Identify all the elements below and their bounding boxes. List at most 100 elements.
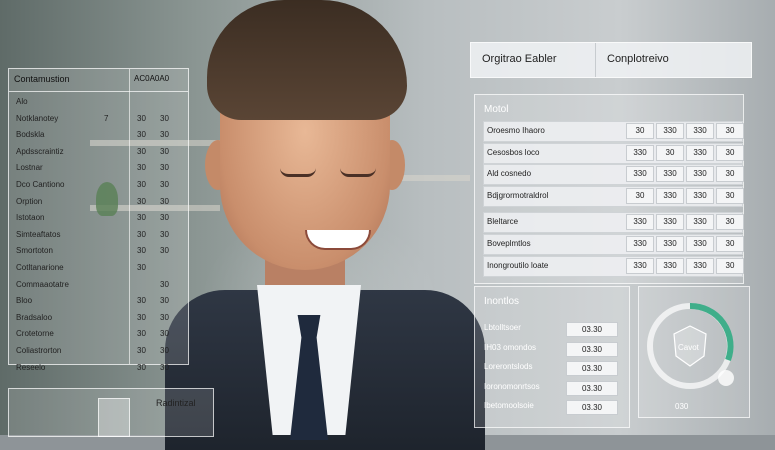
left-row-label: Smortoton [16,246,53,256]
left-row-value-b: 30 [160,312,169,322]
left-row-label: Alo [16,97,28,106]
metric-cell: 330 [626,257,654,274]
gauge-footer-value: 030 [675,402,689,411]
metric-cell: 330 [626,144,654,161]
left-row-value-a: 30 [137,296,146,306]
metric-row-label: Inongroutilo loate [487,260,549,270]
metric-cell: 330 [686,123,714,139]
left-row-value-a: 30 [137,130,146,140]
metric-cell: 330 [656,123,684,139]
left-row-value-b: 30 [160,246,169,256]
left-row-value-a: 30 [137,346,146,355]
metric-cell: 30 [626,187,654,204]
left-row-value-a: 30 [137,146,146,156]
bottom-row-value-button[interactable]: 03.30 [566,380,618,396]
bottom-row-label: Ibetomoolsoie [484,401,534,410]
metric-cell: 330 [656,236,684,252]
left-row-value-a: 30 [137,362,146,372]
left-row-label: Bradsaloo [16,312,53,322]
metric-cell: 330 [656,166,684,183]
left-row-value-a: 30 [137,229,146,239]
left-row-value-b: 30 [160,196,169,206]
top-bar-left-label: Orgitrao Eabler [482,53,557,65]
smile [305,230,371,250]
bottom-row-value-button[interactable]: 03.30 [566,400,618,415]
left-row-label: Reseelo [16,362,46,372]
metric-cell: 330 [626,166,654,183]
metric-cell: 30 [716,236,744,252]
gauge-center-label: Cavot [678,343,699,352]
metric-cell: 30 [716,144,744,161]
left-row-label: Bodskla [16,130,45,140]
bottom-row-value-button[interactable]: 03.30 [566,322,618,337]
left-row-label: Notklanotey [16,113,59,123]
metric-cell: 30 [716,257,744,274]
bottom-row-value-button[interactable]: 03.30 [566,361,618,376]
left-row-value-a: 30 [137,213,146,223]
bottom-row-label: Ioronomonrtsos [484,381,540,391]
hair [207,0,407,120]
left-row-value-b: 30 [160,146,169,156]
left-row-value-a: 30 [137,163,146,173]
bottom-left-title: Radintizal [156,398,196,408]
left-row-value-b: 30 [160,213,169,223]
metric-cell: 330 [656,257,684,274]
left-row-label: Dco Cantiono [16,180,65,189]
thumbnail-image [98,398,130,437]
metric-cell: 30 [656,144,684,161]
left-row-label: Cotltanarione [16,263,64,272]
metric-row-label: Oroesmo Ihaoro [487,126,545,135]
left-row-label: Commaaotatre [16,279,69,289]
left-row-value-a: 30 [137,180,146,189]
left-row-value-b: 30 [160,130,169,140]
bottom-row-label: Lorerontslods [484,362,533,371]
metric-cell: 330 [686,144,714,161]
metric-row-label: Bdjgrormotraldrol [487,190,549,200]
bottom-row-label: IH03 omondos [484,342,537,352]
left-row-value-b: 30 [160,279,169,289]
metric-cell: 330 [686,236,714,252]
metric-cell: 330 [686,257,714,274]
left-row-value-b: 30 [160,229,169,239]
smiling-man [165,0,485,450]
metric-row-label: Ald cosnedo [487,169,532,179]
left-panel-header-right: AC0A0A0 [134,74,170,83]
left-row-value-a: 30 [137,196,146,206]
left-panel-title: Contamustion [14,74,70,84]
left-row-label: Crotetorne [16,329,54,339]
metric-row-label: Boveplmtlos [487,239,531,248]
left-row-value-a: 30 [137,113,146,123]
left-row-value-b: 30 [160,346,169,355]
left-row-value-a: 30 [137,329,146,339]
metric-cell: 330 [626,236,654,252]
metric-row-label: Cesosbos loco [487,147,540,157]
metric-cell: 30 [716,123,744,139]
left-row-label: Simteaftatos [16,229,61,239]
left-row-label: Apdsscraintiz [16,146,64,156]
bottom-row-value-button[interactable]: 03.30 [566,341,618,357]
left-row-value-a: 30 [137,246,146,256]
left-row-value-a: 30 [137,312,146,322]
left-row-value-b: 30 [160,113,169,123]
column-divider [129,69,130,364]
top-bar-right-label: Conplotreivo [607,53,669,65]
left-row-value-b: 30 [160,163,169,173]
metric-cell: 30 [626,123,654,139]
metric-cell: 30 [716,214,744,231]
metric-cell: 330 [626,214,654,231]
metric-cell: 30 [716,166,744,183]
left-row-value-b: 30 [160,296,169,306]
metric-cell: 330 [656,187,684,204]
metric-cell: 30 [716,187,744,204]
bottom-row-label: Lbtolltsoer [484,323,521,332]
top-bar-divider [595,43,596,77]
left-row-value-a: 30 [137,263,146,272]
metric-cell: 330 [686,214,714,231]
left-row-label: Bloo [16,296,33,306]
metric-cell: 330 [686,166,714,183]
left-row-label: Istotaon [16,213,45,223]
metric-cell: 330 [686,187,714,204]
left-eye [280,168,316,177]
left-row-value-b: 30 [160,329,169,339]
right-eye [340,168,376,177]
